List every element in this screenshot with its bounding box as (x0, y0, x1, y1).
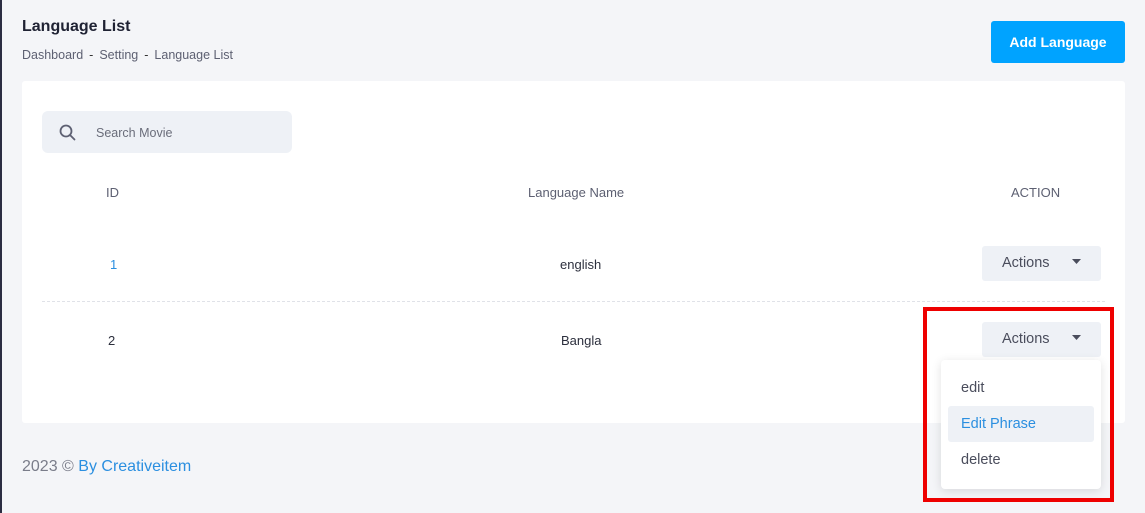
caret-down-icon (1072, 335, 1081, 340)
footer: 2023 © By Creativeitem (22, 458, 191, 476)
row-1-id: 1 (110, 257, 118, 272)
breadcrumb-current: Language List (154, 48, 233, 62)
page-title: Language List (22, 18, 131, 35)
dropdown-item-edit[interactable]: edit (948, 370, 1094, 406)
dropdown-item-delete[interactable]: delete (948, 442, 1094, 478)
dropdown-item-label: edit (961, 380, 985, 396)
row-1-language-name: english (560, 257, 602, 272)
dropdown-item-label: Edit Phrase (961, 416, 1036, 432)
column-header-language-name: Language Name (528, 185, 625, 200)
row-2-language-name: Bangla (561, 333, 602, 348)
breadcrumb-setting[interactable]: Setting (99, 48, 138, 62)
breadcrumb-dashboard[interactable]: Dashboard (22, 48, 83, 62)
search-box (42, 111, 292, 155)
actions-label: Actions (1002, 331, 1050, 347)
footer-copyright: 2023 © (22, 458, 79, 475)
search-icon (59, 124, 76, 141)
column-header-action: ACTION (1011, 185, 1061, 200)
left-sidebar-edge (0, 0, 2, 513)
search-input[interactable] (94, 111, 288, 155)
actions-label: Actions (1002, 255, 1050, 271)
row-1-actions-button[interactable]: Actions (982, 246, 1101, 281)
add-language-button[interactable]: Add Language (991, 21, 1125, 63)
dropdown-item-label: delete (961, 452, 1001, 468)
breadcrumb: Dashboard - Setting - Language List (22, 48, 233, 62)
column-header-id: ID (106, 185, 119, 200)
footer-creativeitem-link[interactable]: By Creativeitem (78, 458, 191, 475)
row-divider (42, 301, 1105, 302)
row-2-actions-button[interactable]: Actions (982, 322, 1101, 357)
breadcrumb-separator: - (144, 48, 149, 62)
caret-down-icon (1072, 259, 1081, 264)
actions-dropdown-menu: edit Edit Phrase delete (941, 360, 1101, 489)
dropdown-item-edit-phrase[interactable]: Edit Phrase (948, 406, 1094, 442)
breadcrumb-separator: - (89, 48, 94, 62)
row-2-id: 2 (108, 333, 116, 348)
